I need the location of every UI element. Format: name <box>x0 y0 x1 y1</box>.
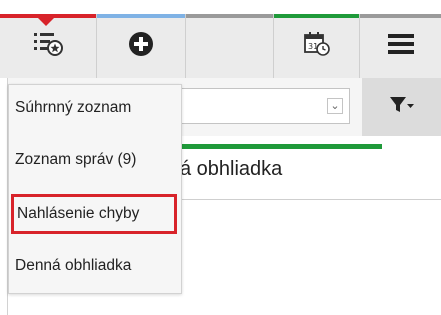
section-accent-line <box>180 144 382 149</box>
list-view-button[interactable] <box>0 14 97 78</box>
menu-item-summary-list[interactable]: Súhrnný zoznam <box>9 89 181 127</box>
funnel-icon <box>389 95 415 120</box>
add-circle-icon <box>128 31 154 62</box>
empty-toolbar-slot <box>186 14 274 78</box>
menu-item-label: Nahlásenie chyby <box>17 205 140 222</box>
menu-item-daily-inspection[interactable]: Denná obhliadka <box>9 247 181 285</box>
calendar-clock-icon: 31 <box>303 31 331 62</box>
filter-button[interactable] <box>362 78 441 136</box>
filter-select[interactable]: ⌄ <box>180 88 350 124</box>
tab-accent-bar <box>360 14 441 18</box>
menu-item-message-list[interactable]: Zoznam správ (9) <box>9 141 181 179</box>
menu-item-label: Denná obhliadka <box>15 257 132 274</box>
tab-accent-bar <box>186 14 273 18</box>
hamburger-menu-icon <box>387 33 414 60</box>
add-button[interactable] <box>97 14 186 78</box>
divider <box>180 199 441 200</box>
main-menu-button[interactable] <box>360 14 441 78</box>
menu-item-label: Zoznam správ (9) <box>15 151 137 168</box>
active-indicator-notch <box>38 18 54 26</box>
list-star-icon <box>33 31 63 62</box>
panel-edge <box>0 78 8 315</box>
menu-item-label: Súhrnný zoznam <box>15 99 132 116</box>
tab-accent-bar <box>97 14 185 18</box>
calendar-button[interactable]: 31 <box>274 14 360 78</box>
section-title: á obhliadka <box>180 158 283 180</box>
dropdown-menu: Súhrnný zoznam Zoznam správ (9) Nahlásen… <box>8 84 182 294</box>
menu-item-report-error[interactable]: Nahlásenie chyby <box>11 194 177 234</box>
chevron-down-icon: ⌄ <box>327 98 343 114</box>
tab-accent-bar <box>274 14 359 18</box>
toolbar: 31 <box>0 14 441 78</box>
